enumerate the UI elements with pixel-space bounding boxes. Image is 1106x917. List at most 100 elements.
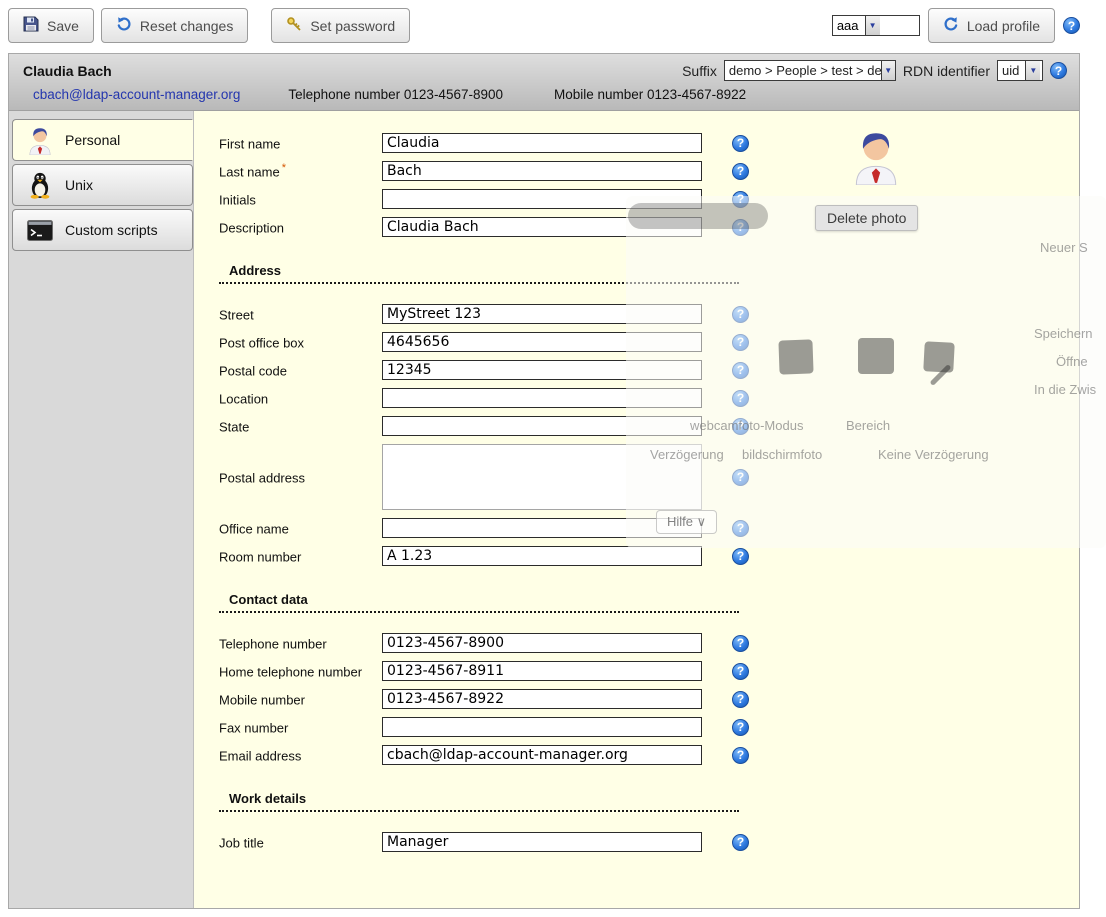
reset-changes-button[interactable]: Reset changes [101, 8, 248, 43]
field-help-icon[interactable] [732, 334, 749, 351]
account-title: Claudia Bach [23, 63, 112, 79]
field-help-icon[interactable] [732, 135, 749, 152]
form-row: Description [219, 217, 1079, 237]
field-help-icon[interactable] [732, 418, 749, 435]
field-label: Office name [219, 519, 382, 536]
field-label: Location [219, 389, 382, 406]
tab-unix-label: Unix [65, 177, 93, 193]
form-row: Home telephone number [219, 661, 1079, 681]
field-label: Home telephone number [219, 662, 382, 679]
field-label-text: Fax number [219, 721, 288, 736]
account-email-link[interactable]: cbach@ldap-account-manager.org [33, 87, 240, 102]
penguin-icon [25, 170, 55, 200]
field-label-text: Post office box [219, 336, 304, 351]
tab-unix[interactable]: Unix [12, 164, 193, 206]
field-help-icon[interactable] [732, 469, 749, 486]
save-button-label: Save [47, 18, 79, 34]
field-label-text: Home telephone number [219, 665, 362, 680]
field-input[interactable] [382, 133, 702, 153]
field-input[interactable] [382, 661, 702, 681]
toolbar-help-icon[interactable] [1063, 17, 1080, 34]
field-label: Street [219, 305, 382, 322]
chevron-down-icon [881, 61, 895, 80]
rdn-select[interactable]: uid [997, 60, 1043, 81]
field-help-icon[interactable] [732, 691, 749, 708]
section-rows: First name Last name* Initials Descripti… [219, 133, 1079, 237]
field-help-icon[interactable] [732, 635, 749, 652]
field-input[interactable] [382, 832, 702, 852]
field-input[interactable] [382, 633, 702, 653]
field-help-icon[interactable] [732, 219, 749, 236]
form-row: Postal address [219, 444, 1079, 510]
field-help-icon[interactable] [732, 163, 749, 180]
field-help-icon[interactable] [732, 834, 749, 851]
field-help-icon[interactable] [732, 548, 749, 565]
terminal-icon [25, 220, 55, 241]
header-help-icon[interactable] [1050, 62, 1067, 79]
field-help-icon[interactable] [732, 390, 749, 407]
field-label: Mobile number [219, 690, 382, 707]
profile-select[interactable]: aaa [832, 15, 920, 36]
delete-photo-button[interactable]: Delete photo [815, 205, 918, 231]
form-row: Location [219, 388, 1079, 408]
account-telephone: Telephone number 0123-4567-8900 [288, 87, 503, 102]
field-help-icon[interactable] [732, 663, 749, 680]
field-textarea[interactable] [382, 444, 702, 510]
field-label-text: Description [219, 221, 284, 236]
account-mobile: Mobile number 0123-4567-8922 [554, 87, 746, 102]
field-help-icon[interactable] [732, 747, 749, 764]
field-input[interactable] [382, 161, 702, 181]
photo-icon [816, 127, 936, 185]
field-input[interactable] [382, 689, 702, 709]
field-input[interactable] [382, 518, 702, 538]
person-icon [25, 125, 55, 155]
field-label: Email address [219, 746, 382, 763]
form-section: Contact data Telephone number Home telep… [219, 592, 1079, 765]
field-label-text: Job title [219, 836, 264, 851]
form-sections: First name Last name* Initials Descripti… [219, 133, 1079, 852]
field-input[interactable] [382, 332, 702, 352]
key-icon [286, 16, 302, 35]
suffix-select[interactable]: demo > People > test > de [724, 60, 896, 81]
section-title: Address [219, 263, 739, 284]
field-input[interactable] [382, 717, 702, 737]
field-label-text: Room number [219, 550, 301, 565]
field-label: Telephone number [219, 634, 382, 651]
field-label-text: First name [219, 137, 280, 152]
field-label-text: Office name [219, 522, 289, 537]
field-label-text: Postal address [219, 471, 305, 486]
save-button[interactable]: Save [8, 8, 94, 43]
form-row: Last name* [219, 161, 1079, 181]
tab-custom-scripts[interactable]: Custom scripts [12, 209, 193, 251]
suffix-label: Suffix [682, 63, 717, 79]
form-row: Mobile number [219, 689, 1079, 709]
tab-personal[interactable]: Personal [12, 119, 193, 161]
field-help-icon[interactable] [732, 362, 749, 379]
set-password-button[interactable]: Set password [271, 8, 410, 43]
field-input[interactable] [382, 388, 702, 408]
field-input[interactable] [382, 546, 702, 566]
load-profile-icon [943, 16, 959, 35]
load-profile-button[interactable]: Load profile [928, 8, 1055, 43]
field-input[interactable] [382, 304, 702, 324]
field-input[interactable] [382, 360, 702, 380]
tab-sidebar: Personal Unix Custom scripts [9, 111, 194, 908]
lam-account-edit-page: Save Reset changes Set password aaa Load… [0, 0, 1106, 917]
chevron-down-icon [1025, 61, 1040, 80]
rdn-select-value: uid [998, 61, 1025, 80]
suffix-select-value: demo > People > test > de [725, 61, 881, 80]
load-profile-label: Load profile [967, 18, 1040, 34]
field-input[interactable] [382, 189, 702, 209]
field-input[interactable] [382, 217, 702, 237]
field-help-icon[interactable] [732, 520, 749, 537]
form-row: State [219, 416, 1079, 436]
field-help-icon[interactable] [732, 719, 749, 736]
account-main: Personal Unix Custom scripts [9, 111, 1079, 908]
field-help-icon[interactable] [732, 306, 749, 323]
field-help-icon[interactable] [732, 191, 749, 208]
tab-custom-scripts-label: Custom scripts [65, 222, 158, 238]
set-password-label: Set password [310, 18, 395, 34]
field-input[interactable] [382, 416, 702, 436]
tab-personal-label: Personal [65, 132, 120, 148]
field-input[interactable] [382, 745, 702, 765]
